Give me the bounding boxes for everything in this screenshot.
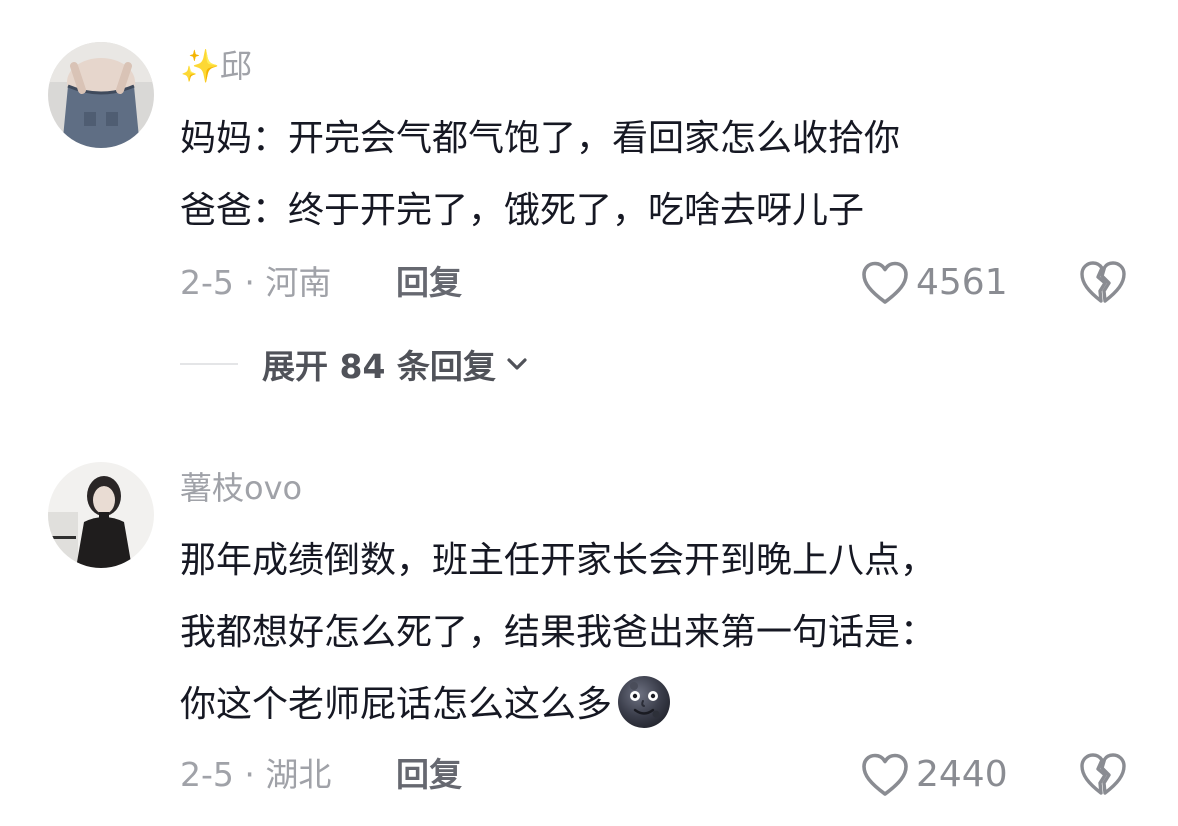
comment-text-line-last: 你这个老师屁话怎么这么多 bbox=[180, 669, 1140, 741]
broken-heart-icon[interactable] bbox=[1078, 751, 1128, 799]
like-count: 4561 bbox=[916, 262, 1008, 303]
avatar[interactable] bbox=[48, 462, 154, 568]
chevron-down-icon bbox=[507, 358, 527, 370]
comment-text-line: 我都想好怎么死了，结果我爸出来第一句话是： bbox=[180, 612, 937, 653]
expand-replies-button[interactable]: 展开 84 条回复 bbox=[180, 340, 530, 388]
comment-item: ✨邱 妈妈：开完会气都气饱了，看回家怎么收拾你 爸爸：终于开完了，饿死了，吃啥去… bbox=[0, 0, 1178, 420]
comment-text-line: 那年成绩倒数，班主任开家长会开到晚上八点， bbox=[180, 540, 937, 581]
divider bbox=[180, 363, 238, 365]
comment-text-segment: 你这个老师屁话怎么这么多 bbox=[180, 684, 613, 725]
reply-button[interactable]: 回复 bbox=[396, 263, 462, 303]
username[interactable]: ✨邱 bbox=[180, 46, 252, 86]
broken-heart-icon[interactable] bbox=[1078, 259, 1128, 307]
comment-text: 妈妈：开完会气都气饱了，看回家怎么收拾你 爸爸：终于开完了，饿死了，吃啥去呀儿子 bbox=[180, 103, 1140, 247]
like-button[interactable]: 2440 bbox=[860, 751, 1008, 799]
username[interactable]: 薯枝ovo bbox=[180, 468, 302, 508]
avatar[interactable] bbox=[48, 42, 154, 148]
like-count: 2440 bbox=[916, 754, 1008, 795]
comment-text: 那年成绩倒数，班主任开家长会开到晚上八点， 我都想好怎么死了，结果我爸出来第一句… bbox=[180, 525, 1140, 741]
reply-button[interactable]: 回复 bbox=[396, 755, 462, 795]
like-button[interactable]: 4561 bbox=[860, 259, 1008, 307]
date-location: 2-5 · 河南 bbox=[180, 263, 332, 302]
expand-replies-label: 展开 84 条回复 bbox=[262, 347, 496, 386]
heart-outline-icon bbox=[862, 261, 908, 304]
comment-item: 薯枝ovo 那年成绩倒数，班主任开家长会开到晚上八点， 我都想好怎么死了，结果我… bbox=[0, 440, 1178, 826]
new-moon-face-emoji bbox=[618, 676, 671, 728]
heart-outline-icon bbox=[862, 753, 908, 796]
comment-text-line: 妈妈：开完会气都气饱了，看回家怎么收拾你 bbox=[180, 118, 901, 159]
date-location: 2-5 · 湖北 bbox=[180, 755, 332, 794]
comment-text-line: 爸爸：终于开完了，饿死了，吃啥去呀儿子 bbox=[180, 190, 865, 231]
